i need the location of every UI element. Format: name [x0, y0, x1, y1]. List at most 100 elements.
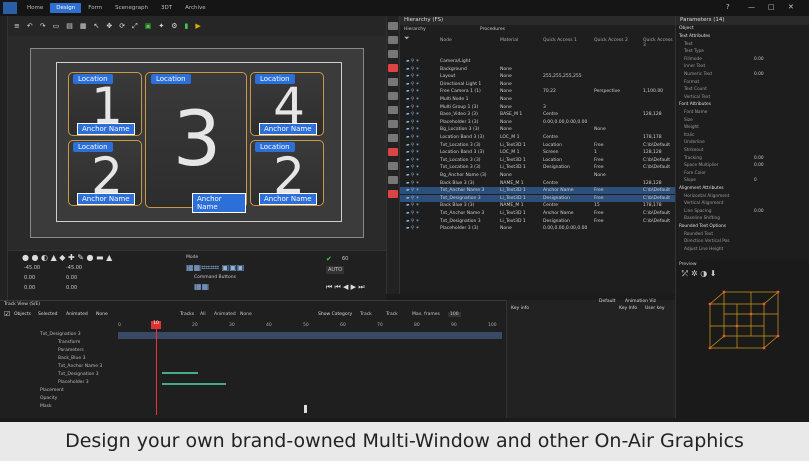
- node-type-icon[interactable]: ▰ ⚲ ✶: [406, 134, 419, 141]
- node-type-icon[interactable]: ▰ ⚲ ✶: [406, 104, 419, 111]
- tab-form[interactable]: Form: [82, 3, 108, 13]
- check-icon[interactable]: ✔: [326, 255, 332, 263]
- playhead-line[interactable]: [156, 329, 157, 415]
- tool-icon[interactable]: [388, 78, 398, 86]
- parameter-row[interactable]: Italic: [676, 133, 809, 139]
- window-box-2-right[interactable]: Location 2 Anchor Name: [250, 140, 324, 206]
- parameter-row[interactable]: Direction Vertical Pos: [676, 239, 809, 245]
- node-type-icon[interactable]: ▰ ⚲ ✶: [406, 81, 419, 88]
- hierarchy-row[interactable]: ▰ ⚲ ✶ Txt_Designation 3 Li_Text3D 1 Designa…: [400, 218, 675, 225]
- hierarchy-row[interactable]: ▰ ⚲ ✶ Camera/Light: [400, 58, 675, 65]
- minimize-icon[interactable]: —: [748, 3, 755, 11]
- hierarchy-row[interactable]: ▰ ⚲ ✶ Location Band 3 (3) LOC_M 1 Centre 178…: [400, 134, 675, 141]
- window-box-1[interactable]: Location 1 Anchor Name: [68, 72, 142, 136]
- animation-viz-label[interactable]: Animation Viz: [625, 299, 656, 304]
- current-frame-marker[interactable]: 10: [151, 321, 161, 329]
- node-type-icon[interactable]: ▰ ⚲ ✶: [406, 126, 419, 133]
- user-key-label[interactable]: User key: [645, 306, 665, 311]
- close-icon[interactable]: ✕: [788, 3, 794, 11]
- tool-icon[interactable]: [388, 190, 398, 198]
- tool-icon[interactable]: [388, 120, 398, 128]
- zoom-value[interactable]: 60: [342, 256, 348, 262]
- stats-icon[interactable]: ▮: [185, 22, 189, 30]
- node-type-icon[interactable]: ▰ ⚲ ✶: [406, 157, 419, 164]
- selected-option[interactable]: Selected: [38, 312, 58, 317]
- select-tool-icon[interactable]: ↖: [94, 22, 100, 30]
- redo-icon[interactable]: ↷: [40, 22, 46, 30]
- window-box-3[interactable]: Location 3 Anchor Name: [145, 72, 247, 213]
- command-icons[interactable]: ▦▦: [194, 282, 209, 291]
- animated-option[interactable]: Animated: [66, 312, 88, 317]
- tab-scenegraph[interactable]: Scenegraph: [109, 3, 154, 13]
- render-icon[interactable]: ▶: [195, 22, 200, 30]
- hierarchy-row[interactable]: ▰ ⚲ ✶ Txt_Location 3 (3) Li_Text3D 1 Locati…: [400, 142, 675, 149]
- window-box-2-left[interactable]: Location 2 Anchor Name: [68, 140, 142, 206]
- parameter-row[interactable]: Text Count: [676, 87, 809, 93]
- procedures-subtab[interactable]: Procedures: [480, 27, 505, 32]
- hierarchy-row[interactable]: ▰ ⚲ ✶ Multi Group 1 (3) None 3: [400, 104, 675, 111]
- node-type-icon[interactable]: ▰ ⚲ ✶: [406, 164, 419, 171]
- node-type-icon[interactable]: ▰ ⚲ ✶: [406, 73, 419, 80]
- rotate-tool-icon[interactable]: ⟳: [119, 22, 125, 30]
- parameter-row[interactable]: Adjust Line Height: [676, 247, 809, 253]
- parameter-row[interactable]: Underline: [676, 140, 809, 146]
- parameter-value[interactable]: 0.00: [754, 163, 764, 169]
- tab-design[interactable]: Design: [50, 3, 82, 13]
- timeline-ruler[interactable]: 0 10 20 30 40 50 60 70 80 90 100: [118, 323, 497, 331]
- hierarchy-row[interactable]: ▰ ⚲ ✶ Multi Node 1 None: [400, 96, 675, 103]
- parameter-row[interactable]: Space Multiplier 0.00: [676, 163, 809, 169]
- tab-archive[interactable]: Archive: [179, 3, 212, 13]
- parameter-row[interactable]: Fore Color: [676, 171, 809, 177]
- node-type-icon[interactable]: ▰ ⚲ ✶: [406, 180, 419, 187]
- track-tree-item[interactable]: Opacity: [40, 396, 57, 401]
- mode-icons[interactable]: ▦▦⌗⌗⌗⌗ ▣▣▣: [186, 263, 244, 273]
- node-type-icon[interactable]: ▰ ⚲ ✶: [406, 111, 419, 118]
- node-type-icon[interactable]: ▰ ⚲ ✶: [406, 210, 419, 217]
- parameter-value[interactable]: 0.00: [754, 72, 764, 78]
- hierarchy-row[interactable]: ▰ ⚲ ✶ Layout None 255,255,255,255: [400, 73, 675, 80]
- parameter-row[interactable]: Font Name: [676, 110, 809, 116]
- move-tool-icon[interactable]: ✥: [106, 22, 112, 30]
- track-tree-item[interactable]: Placeholder 3: [58, 380, 89, 385]
- node-type-icon[interactable]: ▰ ⚲ ✶: [406, 58, 419, 65]
- save-icon[interactable]: ▤: [66, 22, 73, 30]
- parameter-row[interactable]: Vertical Alignment: [676, 201, 809, 207]
- node-type-icon[interactable]: ▰ ⚲ ✶: [406, 195, 419, 202]
- field-value[interactable]: 0.00: [66, 285, 77, 291]
- parameter-value[interactable]: 0: [754, 178, 757, 184]
- undo-icon[interactable]: ↶: [27, 22, 33, 30]
- parameter-value[interactable]: 0.00: [754, 57, 764, 63]
- shape-tools-icons[interactable]: ● ● ◐ ▲ ◆ ✚ ✎ ● ▬ ▲: [22, 253, 112, 262]
- max-frames-input[interactable]: 100: [448, 312, 461, 317]
- parameter-row[interactable]: Size: [676, 118, 809, 124]
- track-tree-item[interactable]: Transform: [58, 340, 80, 345]
- parameter-row[interactable]: Tracking 0.00: [676, 156, 809, 162]
- node-type-icon[interactable]: ▰ ⚲ ✶: [406, 96, 419, 103]
- snap-icon[interactable]: ✦: [158, 22, 164, 30]
- hierarchy-row[interactable]: ▰ ⚲ ✶ Back Blue 3 (3) NAME_M 1 Centre 15 178,…: [400, 202, 675, 209]
- node-type-icon[interactable]: ▰ ⚲ ✶: [406, 119, 419, 126]
- scroll-handle[interactable]: [304, 405, 307, 413]
- track-tree-item[interactable]: Parameters: [58, 348, 84, 353]
- hierarchy-row[interactable]: ▰ ⚲ ✶ Txt_Designation 3 Li_Text3D 1 Designa…: [400, 194, 675, 202]
- field-value[interactable]: 0.00: [24, 285, 35, 291]
- auto-button[interactable]: AUTO: [326, 266, 345, 274]
- hierarchy-row[interactable]: ▰ ⚲ ✶ Txt_Anchor Name 3 Li_Text3D 1 Anchor …: [400, 187, 675, 195]
- track-tree-item[interactable]: Placement: [40, 388, 64, 393]
- track-animated-button[interactable]: Animated: [214, 312, 236, 317]
- menu-icon[interactable]: ≡: [14, 22, 20, 30]
- show-category-label[interactable]: Show Category: [318, 312, 352, 317]
- playback-controls[interactable]: ⏮ ⏮ ◀ ▶ ⏭: [326, 283, 365, 292]
- track-option[interactable]: Track: [386, 312, 398, 317]
- hierarchy-row[interactable]: ▰ ⚲ ✶ Txt_Location 3 (3) Li_Text3D 1 Design…: [400, 164, 675, 171]
- parameter-row[interactable]: Text Type: [676, 49, 809, 55]
- parameter-value[interactable]: 0.00: [754, 156, 764, 162]
- keyframe-range[interactable]: [162, 372, 198, 374]
- node-type-icon[interactable]: ▰ ⚲ ✶: [406, 172, 419, 179]
- track-tree-item[interactable]: Txt_Designation 3: [40, 332, 81, 337]
- parameter-row[interactable]: Numeric Text 0.00: [676, 72, 809, 78]
- node-type-icon[interactable]: ▰ ⚲ ✶: [406, 66, 419, 73]
- parameter-row[interactable]: Inner Text: [676, 64, 809, 70]
- hierarchy-row[interactable]: ▰ ⚲ ✶ Background None: [400, 66, 675, 73]
- tab-3dt[interactable]: 3DT: [155, 3, 178, 13]
